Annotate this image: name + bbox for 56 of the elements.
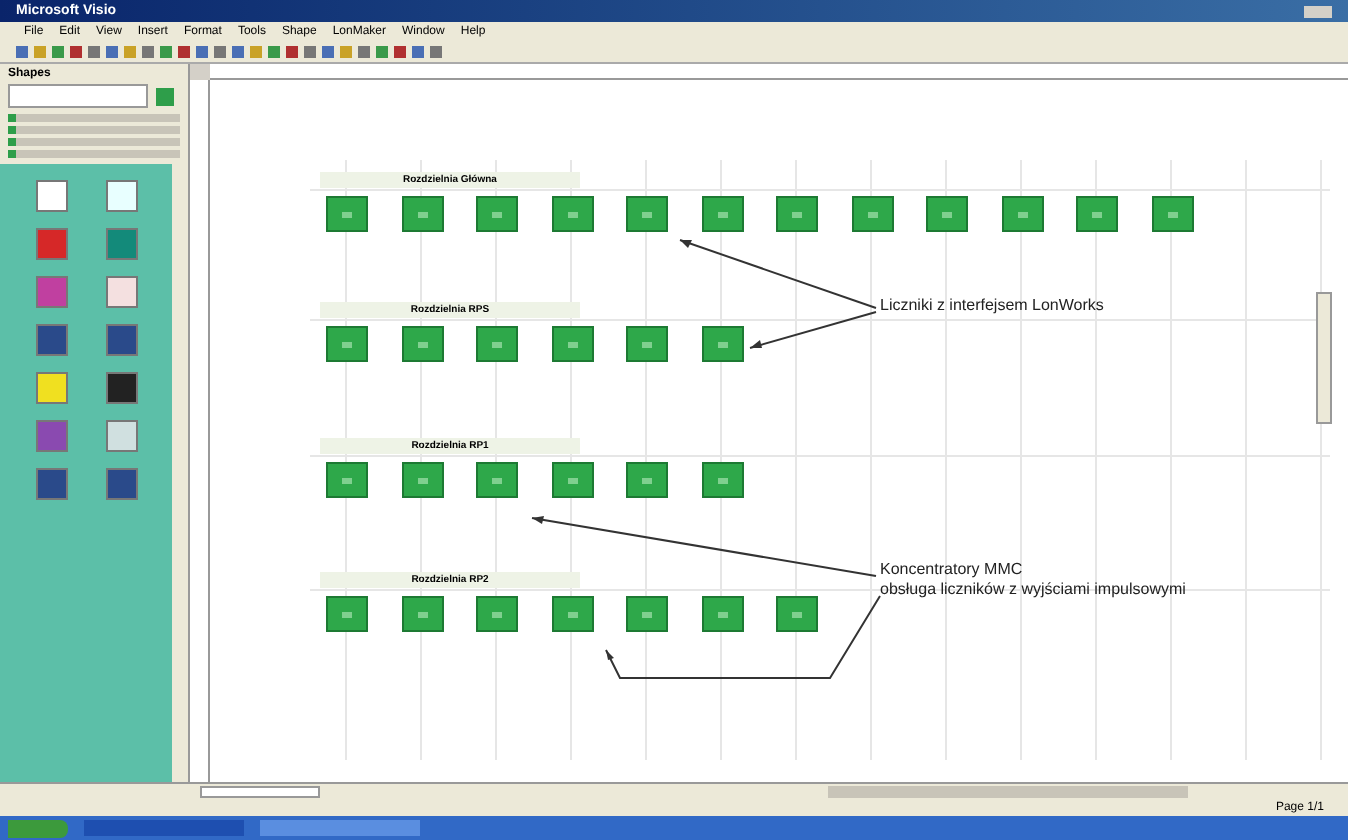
page-tab[interactable]: [200, 786, 320, 798]
horizontal-scrollbar[interactable]: [828, 786, 1188, 798]
meter-node: [476, 596, 518, 632]
stencil-shape-icon[interactable]: [35, 180, 67, 212]
meter-node: [551, 326, 593, 362]
stencil-shape-icon[interactable]: [35, 372, 67, 404]
meter-node: [476, 196, 518, 232]
meter-node: [776, 596, 818, 632]
meter-node: [401, 196, 443, 232]
meter-node: [326, 462, 368, 498]
stencil-shape-icon[interactable]: [105, 324, 137, 356]
meter-node: [626, 196, 668, 232]
meter-node: [701, 326, 743, 362]
stencil-shape-icon[interactable]: [105, 276, 137, 308]
search-icon[interactable]: [156, 87, 174, 105]
meter-node: [326, 196, 368, 232]
meter-node: [401, 326, 443, 362]
stencil-shape-icon[interactable]: [35, 324, 67, 356]
meter-node: [626, 462, 668, 498]
stencil-title-bar[interactable]: [8, 150, 180, 158]
meter-node: [1151, 196, 1193, 232]
callout-text: Koncentratory MMC: [880, 560, 1025, 580]
stencil-title-bar[interactable]: [8, 126, 180, 134]
start-button[interactable]: [8, 819, 68, 837]
meter-node: [1076, 196, 1118, 232]
meter-node: [626, 596, 668, 632]
meter-node: [326, 326, 368, 362]
taskbar-item[interactable]: [260, 820, 420, 836]
meter-node: [476, 462, 518, 498]
meter-node: [626, 326, 668, 362]
stencil-shape-icon[interactable]: [105, 420, 137, 452]
meter-node: [551, 596, 593, 632]
stencil-title-bar[interactable]: [8, 138, 180, 146]
stencil-shape-icon[interactable]: [105, 180, 137, 212]
meter-node: [476, 326, 518, 362]
callout-text: obsługa liczników z wyjściami impulsowymi: [880, 580, 1186, 600]
meter-node: [401, 462, 443, 498]
stencil-shape-icon[interactable]: [105, 468, 137, 500]
meter-node: [701, 462, 743, 498]
meter-node: [926, 196, 968, 232]
meter-node: [776, 196, 818, 232]
meter-node: [326, 596, 368, 632]
meter-node: [551, 196, 593, 232]
meter-node: [701, 596, 743, 632]
search-field[interactable]: [8, 84, 148, 108]
stencil-shape-icon[interactable]: [105, 372, 137, 404]
meter-node: [701, 196, 743, 232]
meter-node: [851, 196, 893, 232]
meter-node: [401, 596, 443, 632]
callout-text: Liczniki z interfejsem LonWorks: [880, 296, 1104, 316]
docked-window-tab[interactable]: [1316, 292, 1332, 424]
meter-node: [551, 462, 593, 498]
meter-node: [1001, 196, 1043, 232]
taskbar-item[interactable]: [84, 820, 244, 836]
stencil-title-bar[interactable]: [8, 114, 180, 122]
stencil-shape-icon[interactable]: [35, 468, 67, 500]
